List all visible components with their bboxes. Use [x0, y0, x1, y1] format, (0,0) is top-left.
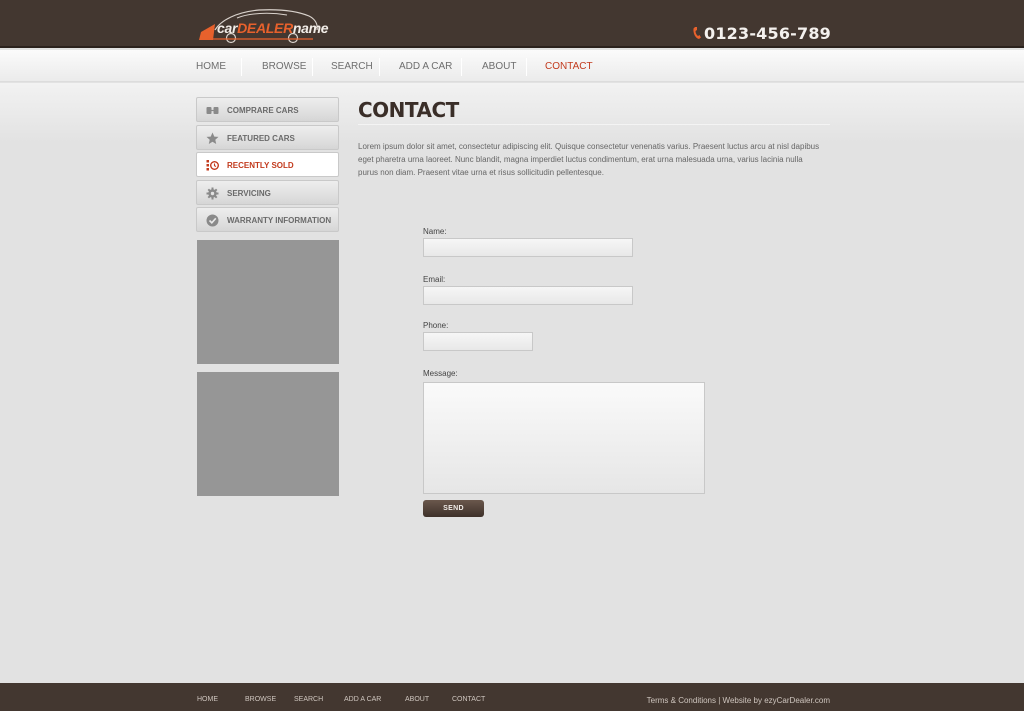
footer-link-search[interactable]: SEARCH — [294, 696, 323, 703]
sidebar-item-label: FEATURED CARS — [227, 134, 295, 143]
credit-link[interactable]: Website by ezyCarDealer.com — [723, 696, 830, 705]
sidebar-item-warranty-information[interactable]: WARRANTY INFORMATION — [196, 207, 339, 232]
content-top-gradient — [0, 83, 1024, 143]
nav-divider — [379, 58, 380, 76]
star-icon — [206, 132, 219, 144]
intro-paragraph: Lorem ipsum dolor sit amet, consectetur … — [358, 142, 820, 177]
phone-text: 0123-456-789 — [703, 24, 831, 43]
nav-divider — [312, 58, 313, 76]
footer-link-about[interactable]: ABOUT — [405, 696, 429, 703]
sidebar-item-recently-sold[interactable]: RECENTLY SOLD — [196, 152, 339, 177]
main-nav: HOME BROWSE SEARCH ADD A CAR ABOUT CONTA… — [0, 50, 1024, 82]
sidebar-item-compare-cars[interactable]: COMPRARE CARS — [196, 97, 339, 122]
phone-icon — [693, 27, 701, 39]
nav-about[interactable]: ABOUT — [482, 50, 516, 82]
nav-browse[interactable]: BROWSE — [262, 50, 306, 82]
header: carDEALERname 0123-456-789 — [0, 0, 1024, 48]
sold-icon — [206, 160, 219, 171]
sidebar-item-label: COMPRARE CARS — [227, 106, 299, 115]
phone-field[interactable] — [424, 334, 532, 352]
nav-contact[interactable]: CONTACT — [545, 50, 593, 82]
message-field-wrapper — [423, 382, 705, 494]
footer: HOME BROWSE SEARCH ADD A CAR ABOUT CONTA… — [0, 683, 1024, 711]
email-field[interactable] — [424, 288, 632, 306]
message-field[interactable] — [424, 383, 704, 493]
sidebar-banner-placeholder[interactable] — [197, 372, 339, 496]
gear-icon — [206, 187, 219, 200]
footer-link-contact[interactable]: CONTACT — [452, 696, 485, 703]
send-button[interactable]: SEND — [423, 500, 484, 517]
footer-link-home[interactable]: HOME — [197, 696, 218, 703]
email-label: Email: — [423, 275, 446, 284]
logo-part-car: car — [217, 20, 238, 36]
footer-link-browse[interactable]: BROWSE — [245, 696, 276, 703]
logo-part-name: name — [292, 20, 329, 36]
sidebar-banner-placeholder[interactable] — [197, 240, 339, 364]
checkmark-icon — [206, 214, 219, 227]
compare-icon — [206, 107, 219, 114]
sidebar-item-label: RECENTLY SOLD — [227, 161, 294, 170]
nav-add-a-car[interactable]: ADD A CAR — [399, 50, 452, 82]
sidebar-item-label: SERVICING — [227, 189, 271, 198]
nav-divider — [241, 58, 242, 76]
phone-number: 0123-456-789 — [693, 24, 831, 43]
nav-home[interactable]: HOME — [196, 50, 226, 82]
sidebar-item-label: WARRANTY INFORMATION — [227, 216, 332, 225]
logo-text: carDEALERname — [217, 20, 329, 36]
message-label: Message: — [423, 369, 458, 378]
sidebar-item-featured-cars[interactable]: FEATURED CARS — [196, 125, 339, 150]
name-field[interactable] — [424, 240, 632, 258]
nav-search[interactable]: SEARCH — [331, 50, 373, 82]
footer-separator: | — [718, 696, 721, 705]
name-label: Name: — [423, 227, 447, 236]
sidebar-item-servicing[interactable]: SERVICING — [196, 180, 339, 205]
page-title: CONTACT — [358, 98, 459, 122]
terms-link[interactable]: Terms & Conditions — [647, 696, 716, 705]
name-field-wrapper — [423, 238, 633, 258]
email-field-wrapper — [423, 286, 633, 306]
title-divider — [358, 124, 830, 125]
phone-label: Phone: — [423, 321, 449, 330]
logo[interactable]: carDEALERname — [197, 6, 329, 44]
phone-field-wrapper — [423, 332, 533, 352]
nav-divider — [461, 58, 462, 76]
footer-link-add-a-car[interactable]: ADD A CAR — [344, 696, 381, 703]
logo-part-dealer: DEALER — [237, 20, 293, 36]
footer-credits: Terms & Conditions | Website by ezyCarDe… — [647, 696, 830, 705]
nav-divider — [526, 58, 527, 76]
